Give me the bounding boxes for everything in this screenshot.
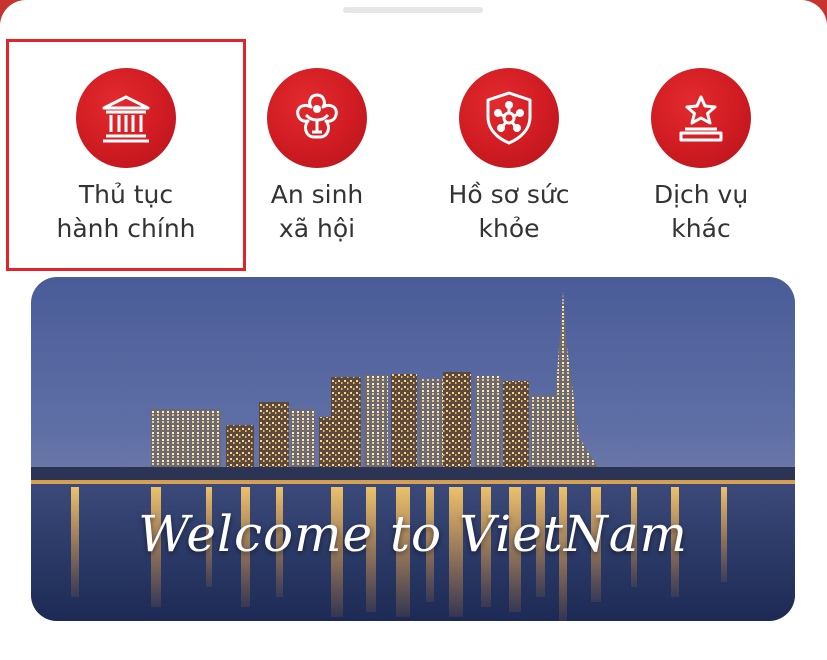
health-shield-icon <box>459 68 559 168</box>
bottom-sheet: Thủ tục hành chính An sinh xã hội Hồ sơ … <box>0 0 827 660</box>
star-podium-icon <box>651 68 751 168</box>
service-other-services[interactable]: Dịch vụ khác <box>582 40 820 270</box>
sheet-drag-handle[interactable] <box>343 7 483 13</box>
city-skyline-image <box>31 277 795 621</box>
banner-caption: Welcome to VietNam <box>138 505 688 563</box>
service-label: Dịch vụ khác <box>653 180 749 243</box>
government-building-icon <box>76 68 176 168</box>
promo-banner[interactable]: Welcome to VietNam <box>31 277 795 621</box>
family-flower-icon <box>267 68 367 168</box>
